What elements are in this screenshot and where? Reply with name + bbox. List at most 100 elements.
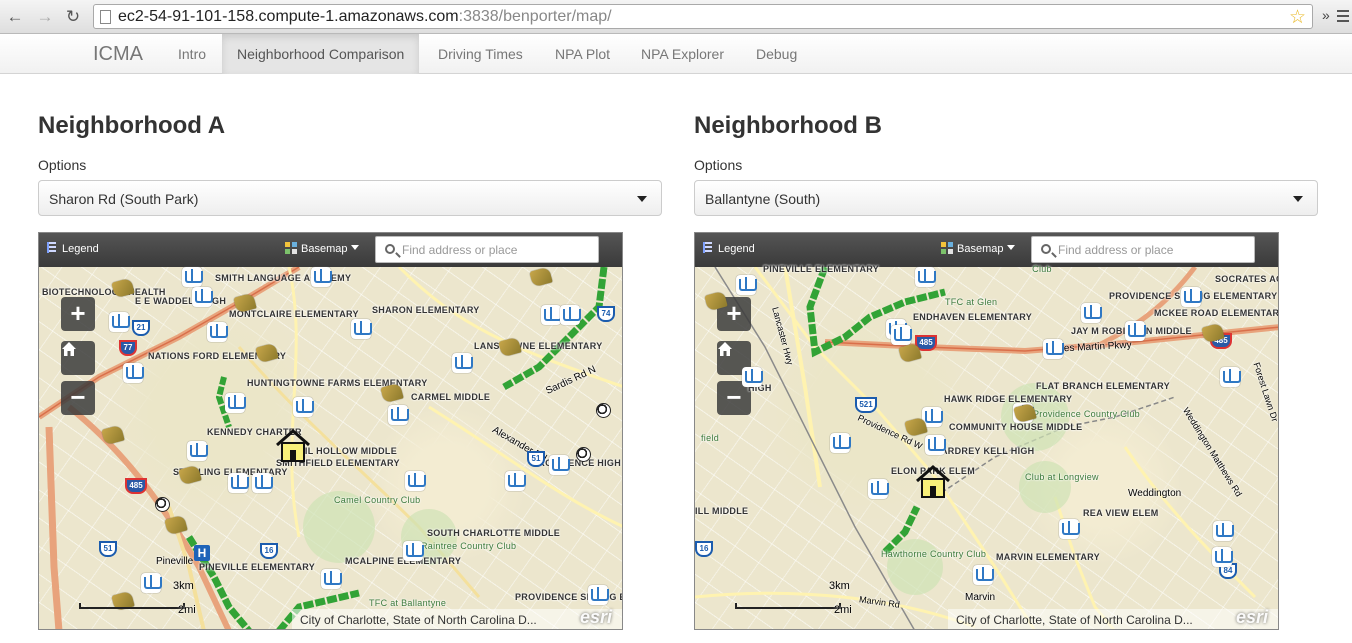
- scale-mi-label: 2mi: [834, 604, 852, 616]
- search-input-a[interactable]: [402, 241, 592, 259]
- basemap-button-b[interactable]: Basemap: [941, 242, 1016, 255]
- esri-logo[interactable]: esri: [580, 607, 612, 628]
- school-icon[interactable]: [109, 312, 130, 332]
- school-icon[interactable]: [549, 455, 570, 475]
- map-b[interactable]: Legend Basemap + − P: [694, 232, 1279, 630]
- search-input-b[interactable]: [1058, 241, 1248, 259]
- home-button-a[interactable]: [61, 341, 95, 375]
- search-icon[interactable]: [1041, 244, 1051, 254]
- map-label: MONTCLAIRE ELEMENTARY: [229, 309, 359, 319]
- legend-label: Legend: [718, 243, 755, 255]
- school-icon[interactable]: [311, 267, 332, 287]
- neighborhood-a-select[interactable]: Sharon Rd (South Park): [38, 180, 662, 216]
- overflow-chevron-icon[interactable]: »: [1322, 7, 1330, 23]
- back-icon[interactable]: ←: [4, 6, 26, 28]
- basemap-button-a[interactable]: Basemap: [285, 242, 360, 255]
- school-icon[interactable]: [1181, 287, 1202, 307]
- school-icon[interactable]: [915, 267, 936, 287]
- school-icon[interactable]: [868, 479, 889, 499]
- school-icon[interactable]: [1212, 547, 1233, 567]
- hospital-icon[interactable]: H: [194, 545, 210, 561]
- map-label: SHARON ELEMENTARY: [372, 305, 480, 315]
- school-icon[interactable]: [351, 319, 372, 339]
- tab-driving-times[interactable]: Driving Times: [423, 34, 538, 74]
- school-icon[interactable]: [405, 471, 426, 491]
- school-icon[interactable]: [560, 305, 581, 325]
- legend-button-a[interactable]: Legend: [47, 242, 99, 255]
- legend-icon: [703, 242, 712, 253]
- map-label-park: Camel Country Club: [334, 495, 421, 505]
- tab-npa-plot[interactable]: NPA Plot: [540, 34, 625, 74]
- school-icon[interactable]: [1213, 521, 1234, 541]
- legend-button-b[interactable]: Legend: [703, 242, 755, 255]
- school-icon[interactable]: [293, 397, 314, 417]
- house-icon[interactable]: [915, 465, 951, 499]
- forward-icon[interactable]: →: [34, 6, 56, 28]
- school-icon[interactable]: [973, 565, 994, 585]
- reload-icon[interactable]: ↻: [62, 6, 84, 28]
- map-canvas-b[interactable]: + − PINEVILLE ELEMENTARY SOCRATES ACA PR…: [695, 264, 1278, 629]
- sports-ball-icon[interactable]: [576, 447, 591, 462]
- route-shield-icon: 51: [527, 451, 545, 467]
- home-icon: [718, 342, 732, 356]
- school-icon[interactable]: [1220, 367, 1241, 387]
- scale-bar-a: [79, 603, 185, 609]
- map-label: ILL MIDDLE: [695, 506, 749, 516]
- selected-value-b: Ballantyne (South): [705, 191, 821, 207]
- map-canvas-a[interactable]: + − SMITH LANGUAGE ACADEMY BIOTECHNOLOGY…: [39, 266, 622, 629]
- address-bar[interactable]: ec2-54-91-101-158.compute-1.amazonaws.co…: [93, 4, 1313, 29]
- interstate-shield-icon: 485: [125, 478, 147, 494]
- school-icon[interactable]: [1059, 519, 1080, 539]
- bookmark-star-icon[interactable]: ☆: [1289, 6, 1306, 29]
- map-label: COMMUNITY HOUSE MIDDLE: [949, 422, 1083, 432]
- search-box-b[interactable]: [1031, 236, 1255, 263]
- school-icon[interactable]: [123, 363, 144, 383]
- sports-ball-icon[interactable]: [155, 497, 170, 512]
- school-icon[interactable]: [141, 573, 162, 593]
- school-icon[interactable]: [228, 473, 249, 493]
- neighborhood-b-select[interactable]: Ballantyne (South): [694, 180, 1318, 216]
- url-host: ec2-54-91-101-158.compute-1.amazonaws.co…: [118, 8, 459, 25]
- tab-neighborhood-comparison[interactable]: Neighborhood Comparison: [222, 34, 420, 74]
- esri-logo[interactable]: esri: [1236, 607, 1268, 628]
- school-icon[interactable]: [1081, 303, 1102, 323]
- school-icon[interactable]: [1125, 321, 1146, 341]
- tab-intro[interactable]: Intro: [163, 34, 221, 74]
- school-icon[interactable]: [225, 393, 246, 413]
- search-icon[interactable]: [385, 244, 395, 254]
- search-box-a[interactable]: [375, 236, 599, 263]
- map-label: SOUTH CHARLOTTE MIDDLE: [427, 528, 561, 538]
- school-icon[interactable]: [187, 441, 208, 461]
- scale-mi-label: 2mi: [178, 604, 196, 616]
- zoom-out-button-a[interactable]: −: [61, 381, 95, 415]
- tab-npa-explorer[interactable]: NPA Explorer: [626, 34, 739, 74]
- school-icon[interactable]: [452, 353, 473, 373]
- school-icon[interactable]: [182, 267, 203, 287]
- school-icon[interactable]: [1043, 339, 1064, 359]
- school-icon[interactable]: [388, 405, 409, 425]
- menu-icon[interactable]: [1337, 10, 1349, 25]
- route-shield-icon: 51: [99, 541, 117, 557]
- school-icon[interactable]: [207, 322, 228, 342]
- house-icon[interactable]: [275, 429, 311, 463]
- map-a[interactable]: Legend Basemap + − S: [38, 232, 623, 630]
- school-icon[interactable]: [742, 367, 763, 387]
- school-icon[interactable]: [830, 433, 851, 453]
- school-icon[interactable]: [321, 569, 342, 589]
- map-label-park: Providence Country Club: [1033, 409, 1140, 419]
- tab-debug[interactable]: Debug: [741, 34, 812, 74]
- school-icon[interactable]: [252, 473, 273, 493]
- neighborhood-a-title: Neighborhood A: [38, 112, 226, 139]
- school-icon[interactable]: [891, 325, 912, 345]
- school-icon[interactable]: [925, 435, 946, 455]
- school-icon[interactable]: [192, 287, 213, 307]
- sports-ball-icon[interactable]: [596, 403, 611, 418]
- school-icon[interactable]: [736, 275, 757, 295]
- school-icon[interactable]: [541, 305, 562, 325]
- school-icon[interactable]: [588, 585, 609, 605]
- school-icon[interactable]: [505, 471, 526, 491]
- zoom-in-button-a[interactable]: +: [61, 297, 95, 331]
- school-icon[interactable]: [403, 541, 424, 561]
- brand-logo[interactable]: ICMA: [93, 43, 143, 66]
- url-text[interactable]: ec2-54-91-101-158.compute-1.amazonaws.co…: [118, 8, 612, 26]
